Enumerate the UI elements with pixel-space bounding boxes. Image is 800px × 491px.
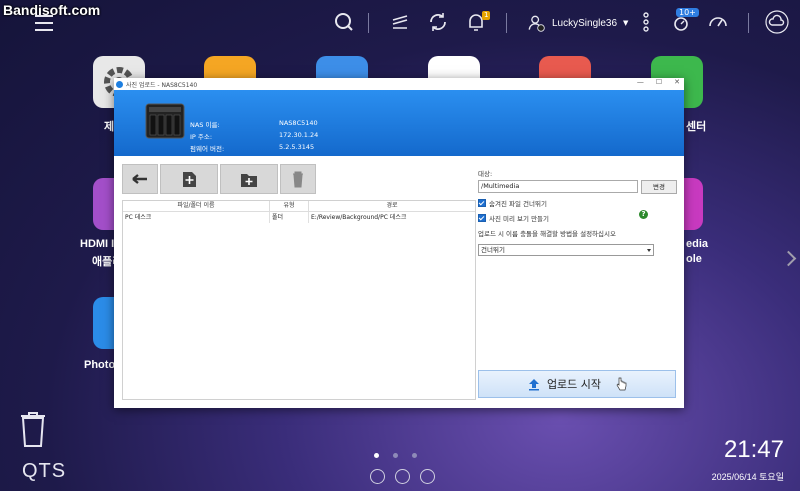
start-upload-label: 업로드 시작 bbox=[546, 378, 602, 391]
nas-device-icon bbox=[145, 103, 185, 139]
close-icon[interactable]: ✕ bbox=[674, 78, 680, 86]
hdmi-app-label-1: HDMI I bbox=[80, 238, 115, 250]
photo-upload-dialog: 사진 업로드 - NAS8C5140 — ☐ ✕ NAS 이름: NAS8C51… bbox=[114, 78, 684, 408]
separator bbox=[368, 13, 369, 33]
nas-name-value: NAS8C5140 bbox=[279, 119, 318, 127]
top-bar: 1 LuckySingle36 ▼ 10+ bbox=[0, 0, 800, 45]
destination-label: 대상: bbox=[478, 170, 493, 178]
delete-button[interactable] bbox=[280, 164, 316, 194]
destination-field[interactable]: /Multimedia bbox=[478, 180, 638, 193]
conflict-label: 업로드 시 이름 충돌을 해결할 방법을 설정하십시오 bbox=[478, 230, 616, 238]
page-dot[interactable] bbox=[412, 453, 417, 458]
options-panel: 대상: /Multimedia 변경 숨겨진 파일 건너뛰기 사진 미리 보기 … bbox=[478, 164, 678, 404]
dialog-titlebar: 사진 업로드 - NAS8C5140 — ☐ ✕ bbox=[114, 78, 684, 90]
page-dot[interactable] bbox=[374, 453, 379, 458]
file-list: 파일/폴더 이름 유형 경로 PC 데스크 폴더 E:/Review/Backg… bbox=[122, 200, 476, 400]
username: LuckySingle36 bbox=[552, 17, 618, 29]
ip-label: IP 주소: bbox=[190, 133, 213, 141]
task-stack-icon[interactable] bbox=[388, 10, 412, 34]
hand-cursor-icon bbox=[616, 377, 627, 391]
caret-down-icon bbox=[647, 249, 651, 252]
settings-app-label: 제 bbox=[104, 121, 115, 133]
dialog-body: 파일/폴더 이름 유형 경로 PC 데스크 폴더 E:/Review/Backg… bbox=[114, 156, 684, 408]
resource-monitor-icon[interactable] bbox=[706, 10, 730, 34]
separator bbox=[506, 13, 507, 33]
pause-icon[interactable] bbox=[420, 469, 435, 484]
add-file-icon bbox=[183, 172, 196, 187]
menu-icon[interactable] bbox=[32, 10, 56, 34]
dialog-title: 사진 업로드 - NAS8C5140 bbox=[126, 81, 198, 89]
trash-icon bbox=[293, 171, 303, 188]
add-folder-icon bbox=[241, 174, 257, 187]
conflict-select-value: 건너뛰기 bbox=[481, 246, 505, 254]
separator bbox=[748, 13, 749, 33]
firmware-label: 펌웨어 버전: bbox=[190, 145, 225, 153]
column-header-name[interactable]: 파일/폴더 이름 bbox=[123, 201, 270, 212]
help-center-app-label: 센터 bbox=[686, 121, 707, 133]
column-header-path[interactable]: 경로 bbox=[309, 201, 475, 212]
bottom-dock bbox=[370, 469, 435, 484]
more-options-icon[interactable] bbox=[634, 10, 658, 34]
change-destination-button[interactable]: 변경 bbox=[641, 180, 677, 194]
page-indicator bbox=[374, 453, 417, 458]
media-app-label-2: ole bbox=[686, 253, 702, 265]
media-app-label-1: edia bbox=[686, 238, 709, 250]
app-icon bbox=[116, 80, 123, 88]
next-page-arrow-icon[interactable] bbox=[780, 250, 797, 267]
file-panel: 파일/폴더 이름 유형 경로 PC 데스크 폴더 E:/Review/Backg… bbox=[122, 164, 476, 400]
update-badge: 10+ bbox=[676, 8, 699, 17]
column-header-type[interactable]: 유형 bbox=[270, 201, 309, 212]
add-folder-button[interactable] bbox=[220, 164, 278, 194]
conflict-select[interactable]: 건너뛰기 bbox=[478, 244, 654, 256]
thumbnail-label: 사진 미리 보기 만들기 bbox=[489, 215, 550, 223]
page-dot[interactable] bbox=[393, 453, 398, 458]
tools-icon[interactable] bbox=[395, 469, 410, 484]
skip-hidden-label: 숨겨진 파일 건너뛰기 bbox=[489, 200, 547, 208]
nas-name-label: NAS 이름: bbox=[190, 121, 220, 129]
back-button[interactable] bbox=[122, 164, 158, 194]
thumbnail-checkbox[interactable] bbox=[478, 214, 486, 222]
search-icon[interactable] bbox=[332, 10, 356, 34]
notification-badge: 1 bbox=[482, 11, 491, 20]
ip-value: 172.30.1.24 bbox=[279, 131, 319, 139]
row-name: PC 데스크 bbox=[123, 212, 270, 223]
minimize-icon[interactable]: — bbox=[637, 78, 644, 86]
nas-info-header: NAS 이름: NAS8C5140 IP 주소: 172.30.1.24 펌웨어… bbox=[114, 90, 684, 156]
sync-icon[interactable] bbox=[426, 10, 450, 34]
start-upload-button[interactable]: 업로드 시작 bbox=[478, 370, 676, 398]
recycle-bin-icon[interactable] bbox=[18, 408, 48, 448]
arrow-left-icon bbox=[132, 174, 147, 184]
maximize-icon[interactable]: ☐ bbox=[656, 78, 662, 86]
upload-arrow-icon bbox=[528, 379, 539, 391]
clock: 21:47 bbox=[723, 436, 784, 463]
row-path: E:/Review/Background/PC 데스크 bbox=[311, 214, 407, 221]
dashboard-icon[interactable] bbox=[370, 469, 385, 484]
user-avatar-icon bbox=[528, 15, 545, 32]
qts-logo: QTS bbox=[22, 460, 67, 482]
date: 2025/06/14 토요일 bbox=[711, 472, 784, 482]
chevron-down-icon: ▼ bbox=[623, 19, 629, 27]
firmware-value: 5.2.5.3145 bbox=[279, 143, 315, 151]
photo-app-label: Photo bbox=[84, 359, 116, 371]
cloud-icon[interactable] bbox=[765, 10, 789, 34]
skip-hidden-checkbox[interactable] bbox=[478, 199, 486, 207]
user-menu[interactable]: LuckySingle36 ▼ bbox=[526, 12, 628, 34]
help-icon[interactable]: ? bbox=[639, 210, 648, 219]
add-file-button[interactable] bbox=[160, 164, 218, 194]
row-type: 폴더 bbox=[270, 212, 309, 223]
